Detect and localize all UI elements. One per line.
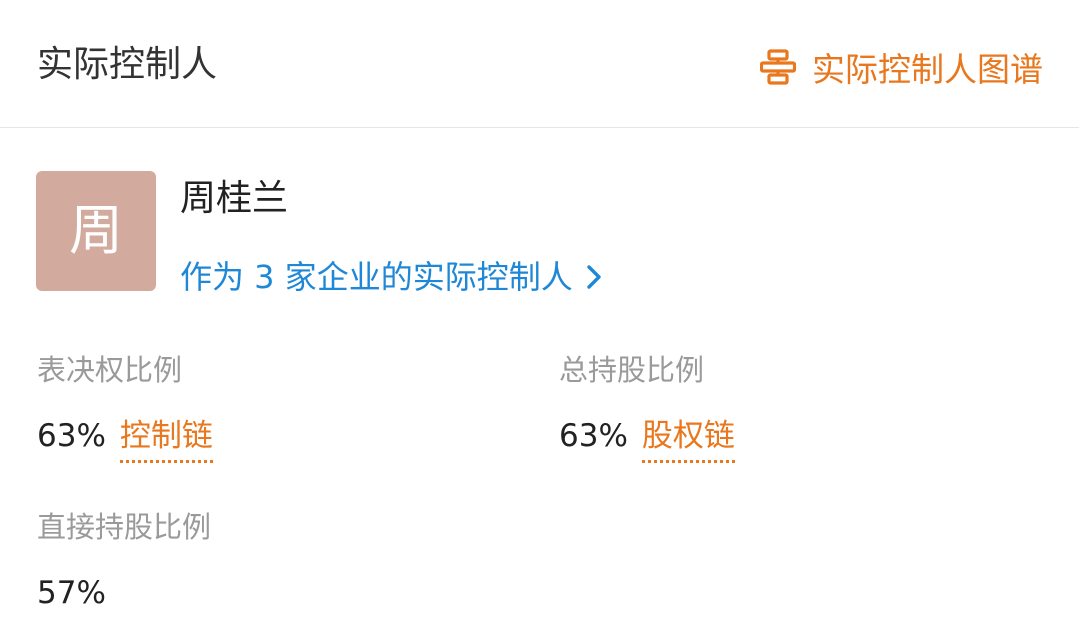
voting-rights-stat: 表决权比例 63% 控制链 xyxy=(37,350,213,463)
control-chain-link[interactable]: 控制链 xyxy=(119,414,213,463)
direct-share-value: 57% xyxy=(37,575,106,611)
direct-share-stat: 直接持股比例 57% xyxy=(37,507,211,615)
voting-rights-value: 63% xyxy=(37,418,106,454)
total-share-label: 总持股比例 xyxy=(559,353,705,387)
controller-graph-link[interactable]: 实际控制人图谱 xyxy=(760,43,1043,91)
controlled-companies-link[interactable]: 作为 3 家企业的实际控制人 xyxy=(180,255,603,299)
page-title: 实际控制人 xyxy=(37,44,218,85)
org-chart-icon xyxy=(760,49,796,85)
voting-rights-label: 表决权比例 xyxy=(37,353,183,387)
direct-share-label: 直接持股比例 xyxy=(37,510,212,544)
total-share-stat: 总持股比例 63% 股权链 xyxy=(559,350,735,463)
avatar: 周 xyxy=(36,171,156,291)
controlled-companies-text: 作为 3 家企业的实际控制人 xyxy=(180,258,573,296)
equity-chain-link[interactable]: 股权链 xyxy=(641,414,735,463)
controller-graph-label: 实际控制人图谱 xyxy=(812,50,1043,89)
header: 实际控制人 实际控制人图谱 xyxy=(0,0,1079,128)
total-share-value: 63% xyxy=(559,418,628,454)
person-name[interactable]: 周桂兰 xyxy=(180,177,288,221)
chevron-right-icon xyxy=(587,265,601,289)
